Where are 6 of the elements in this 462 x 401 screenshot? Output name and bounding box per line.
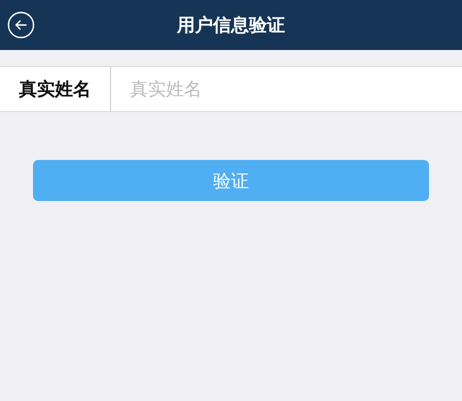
field-label: 真实姓名 <box>0 67 111 111</box>
page-title: 用户信息验证 <box>177 14 285 37</box>
verify-button[interactable]: 验证 <box>33 160 429 201</box>
name-input-field[interactable]: 真实姓名 <box>111 67 462 111</box>
back-icon <box>7 11 35 39</box>
back-button[interactable] <box>7 11 35 39</box>
